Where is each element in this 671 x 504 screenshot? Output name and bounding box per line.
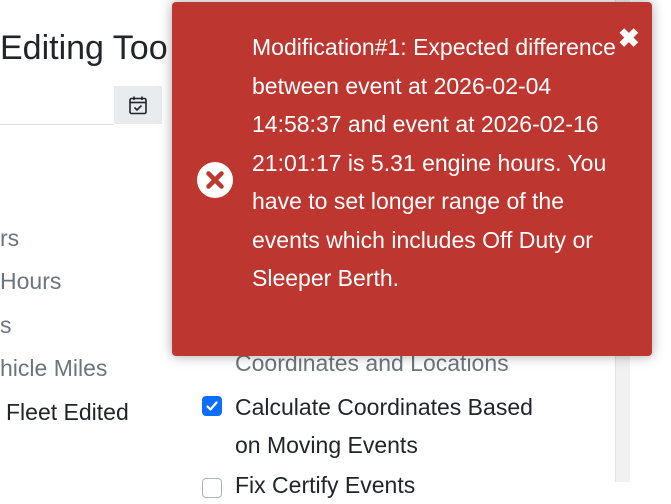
sidebar-item-engine-hours[interactable]: Hours bbox=[0, 266, 61, 296]
calendar-button[interactable] bbox=[114, 86, 162, 124]
fix-certify-checkbox[interactable] bbox=[202, 478, 222, 498]
page-title: Editing Too bbox=[0, 29, 168, 67]
close-icon[interactable]: ✖ bbox=[618, 25, 640, 51]
times-circle-icon bbox=[196, 161, 234, 199]
sidebar-item-s[interactable]: s bbox=[0, 310, 12, 340]
sidebar-item-hours[interactable]: rs bbox=[0, 223, 19, 253]
toast-message: Modification#1: Expected difference betw… bbox=[252, 34, 616, 291]
fix-certify-label[interactable]: Fix Certify Events bbox=[235, 466, 415, 504]
calc-coordinates-label-line1[interactable]: Calculate Coordinates Based bbox=[235, 388, 533, 426]
sidebar-item-fleet-edited[interactable]: Fleet Edited bbox=[6, 397, 129, 427]
calc-coordinates-label-line2[interactable]: on Moving Events bbox=[235, 426, 418, 464]
checkmark-icon bbox=[206, 401, 218, 411]
sidebar-item-vehicle-miles[interactable]: hicle Miles bbox=[0, 353, 107, 383]
error-toast[interactable]: Modification#1: Expected difference betw… bbox=[172, 2, 652, 356]
calendar-check-icon bbox=[129, 96, 147, 115]
calc-coordinates-checkbox[interactable] bbox=[202, 396, 222, 416]
date-range-input[interactable] bbox=[0, 90, 114, 125]
